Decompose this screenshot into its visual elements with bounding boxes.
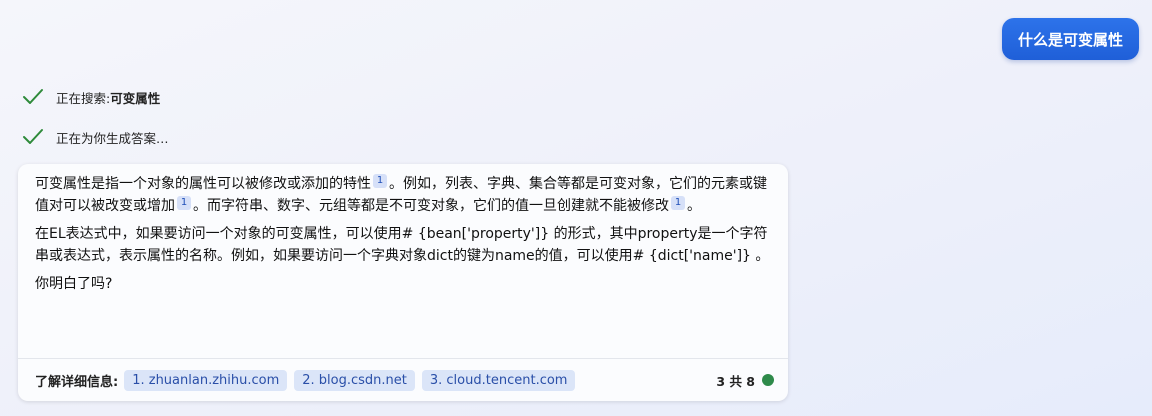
answer-text: 。 — [687, 197, 701, 214]
status-generating: 正在为你生成答案… — [22, 126, 169, 148]
citation-badge[interactable]: 1 — [177, 195, 191, 210]
status-dot-icon — [762, 374, 774, 386]
answer-paragraph-1: 可变属性是指一个对象的属性可以被修改或添加的特性 1 。例如，列表、字典、集合等都是… — [35, 174, 770, 217]
check-icon — [23, 89, 43, 104]
citation-badge[interactable]: 1 — [373, 174, 387, 188]
answer-text: 。而字符串、数字、元组等都是不可变对象，它们的值一旦创建就不能被修改 — [193, 197, 669, 214]
answer-paragraph-2: 在EL表达式中，如果要访问一个对象的可变属性，可以使用# {bean['prop… — [35, 226, 770, 264]
answer-body: 可变属性是指一个对象的属性可以被修改或添加的特性 1 。例如，列表、字典、集合等都是… — [18, 164, 788, 296]
learn-more-footer: 了解详细信息: 1. zhuanlan.zhihu.com 2. blog.cs… — [18, 358, 788, 401]
check-icon — [23, 129, 43, 144]
status-label: 正在为你生成答案… — [56, 130, 169, 146]
citation-badge[interactable]: 1 — [671, 195, 685, 210]
reference-link-tencent[interactable]: 3. cloud.tencent.com — [421, 369, 576, 391]
turn-counter-text: 3 共 8 — [716, 373, 755, 389]
status-label: 正在搜索: — [56, 90, 111, 106]
reference-link-csdn[interactable]: 2. blog.csdn.net — [294, 369, 415, 391]
answer-card: 可变属性是指一个对象的属性可以被修改或添加的特性 1 。例如，列表、字典、集合等都是… — [18, 164, 788, 401]
turn-counter: 3 共 8 — [716, 371, 774, 390]
answer-text: 可变属性是指一个对象的属性可以被修改或添加的特性 — [35, 176, 371, 192]
reference-link-zhihu[interactable]: 1. zhuanlan.zhihu.com — [124, 369, 288, 391]
answer-paragraph-3: 你明白了吗? — [35, 276, 113, 292]
status-searching: 正在搜索: 可变属性 — [22, 86, 160, 108]
learn-more-label: 了解详细信息: — [35, 374, 119, 390]
user-message-bubble: 什么是可变属性 — [1001, 18, 1139, 60]
user-message-text: 什么是可变属性 — [1017, 30, 1123, 49]
status-query: 可变属性 — [110, 90, 161, 106]
